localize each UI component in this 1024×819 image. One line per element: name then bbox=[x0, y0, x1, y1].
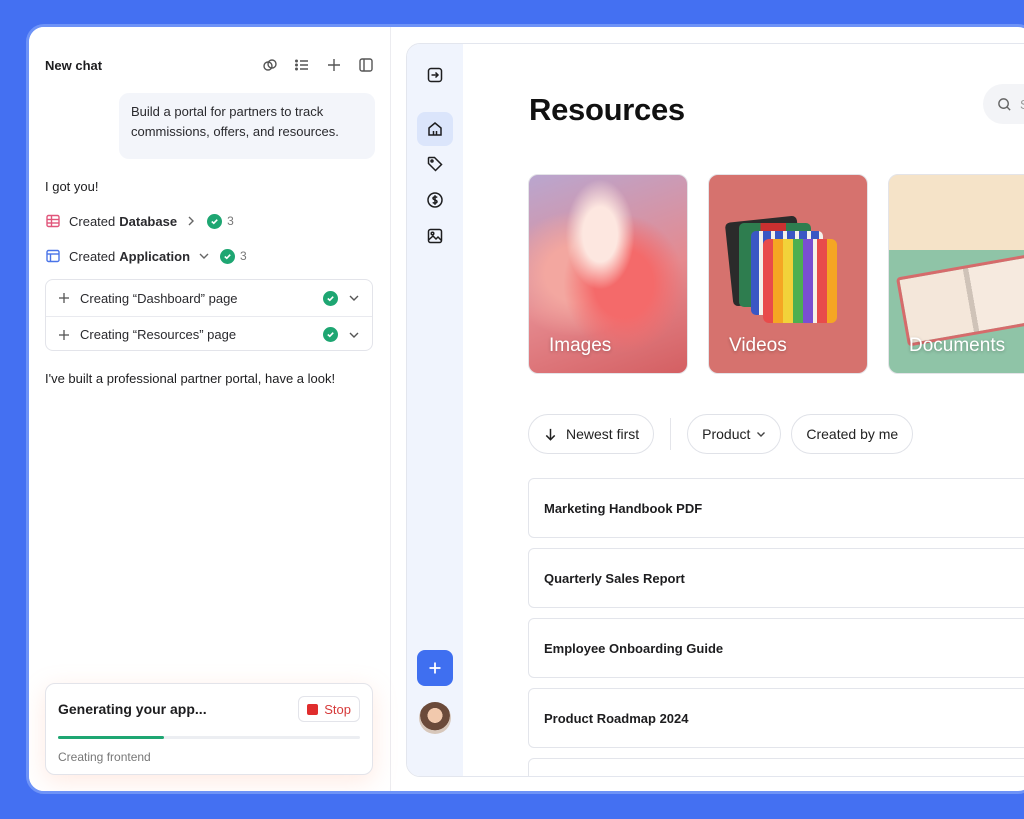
list-item-partial[interactable] bbox=[528, 758, 1024, 776]
list-icon[interactable] bbox=[292, 55, 312, 75]
dollar-icon[interactable] bbox=[417, 183, 453, 217]
home-icon[interactable] bbox=[417, 112, 453, 146]
chevron-down-icon[interactable] bbox=[348, 329, 360, 341]
substep-label: Creating “Resources” page bbox=[80, 327, 237, 342]
page-title: Resources bbox=[529, 92, 685, 127]
list-item[interactable]: Marketing Handbook PDF bbox=[528, 478, 1024, 538]
new-chat-icon[interactable] bbox=[324, 55, 344, 75]
substep-label: Creating “Dashboard” page bbox=[80, 290, 238, 306]
product-filter-label: Product bbox=[702, 426, 751, 442]
nav-rail bbox=[407, 44, 463, 776]
book-image bbox=[895, 253, 1024, 347]
plus-icon bbox=[59, 293, 69, 303]
stop-label: Stop bbox=[324, 701, 351, 717]
progress-fill bbox=[58, 736, 164, 739]
check-icon bbox=[323, 327, 338, 342]
arrow-down-icon bbox=[545, 428, 556, 441]
list-item[interactable]: Quarterly Sales Report bbox=[528, 548, 1024, 608]
chevron-down-icon bbox=[199, 253, 209, 259]
divider bbox=[670, 418, 672, 450]
user-avatar[interactable] bbox=[419, 702, 451, 734]
plus-icon bbox=[429, 662, 441, 674]
stop-button[interactable]: Stop bbox=[298, 696, 360, 722]
user-message: Build a portal for partners to track com… bbox=[119, 93, 375, 159]
step-prefix: Created bbox=[69, 248, 116, 264]
tile-label: Images bbox=[549, 335, 612, 356]
link-icon[interactable] bbox=[260, 55, 280, 75]
created-by-filter[interactable]: Created by me bbox=[791, 414, 914, 454]
chevron-down-icon bbox=[757, 432, 766, 437]
tag-icon[interactable] bbox=[417, 147, 453, 181]
product-filter[interactable]: Product bbox=[687, 414, 782, 454]
chevron-right-icon bbox=[188, 216, 195, 226]
assistant-intro: I got you! bbox=[45, 179, 99, 194]
chat-title: New chat bbox=[45, 57, 103, 73]
check-icon bbox=[323, 290, 338, 306]
plus-icon bbox=[59, 329, 69, 340]
substeps-list: Creating “Dashboard” page Creating “Reso… bbox=[45, 279, 373, 351]
resource-list: Marketing Handbook PDF Quarterly Sales R… bbox=[528, 478, 1024, 776]
progress-bar bbox=[58, 736, 360, 739]
table-icon bbox=[46, 214, 60, 228]
sort-label: Newest first bbox=[566, 426, 640, 442]
step-name: Database bbox=[119, 213, 178, 229]
search-icon bbox=[998, 97, 1011, 111]
created-by-label: Created by me bbox=[806, 426, 899, 442]
step-application[interactable]: Created Application 3 bbox=[45, 248, 247, 264]
tile-videos[interactable]: Videos bbox=[708, 174, 868, 374]
step-count: 3 bbox=[240, 249, 247, 263]
list-item[interactable]: Employee Onboarding Guide bbox=[528, 618, 1024, 678]
filter-bar: Newest first Product Created by me bbox=[528, 414, 923, 454]
step-prefix: Created bbox=[69, 213, 116, 229]
stop-icon bbox=[307, 703, 319, 715]
tile-label: Videos bbox=[729, 335, 787, 356]
image-icon[interactable] bbox=[417, 219, 453, 253]
search-placeholder: S bbox=[1020, 97, 1024, 112]
tile-documents[interactable]: Documents bbox=[888, 174, 1024, 374]
app-preview: Resources S Images Videos Documents Newe… bbox=[406, 43, 1024, 777]
search-input[interactable]: S bbox=[983, 84, 1024, 124]
generating-title: Generating your app... bbox=[58, 701, 207, 717]
substep-dashboard[interactable]: Creating “Dashboard” page bbox=[46, 280, 372, 316]
substep-resources[interactable]: Creating “Resources” page bbox=[46, 316, 372, 352]
tile-label: Documents bbox=[909, 335, 1006, 356]
step-count: 3 bbox=[227, 214, 234, 228]
sort-button[interactable]: Newest first bbox=[528, 414, 655, 454]
chat-panel: New chat Build a portal for partners to … bbox=[29, 27, 391, 791]
check-icon bbox=[207, 213, 223, 229]
app-window: New chat Build a portal for partners to … bbox=[26, 24, 1024, 794]
generating-card: Generating your app... Stop Creating fro… bbox=[45, 683, 373, 775]
tile-images[interactable]: Images bbox=[528, 174, 688, 374]
step-database[interactable]: Created Database 3 bbox=[45, 213, 234, 229]
app-window-icon bbox=[46, 249, 60, 263]
step-name: Application bbox=[119, 248, 191, 264]
check-icon bbox=[220, 248, 236, 264]
assistant-done-message: I've built a professional partner portal… bbox=[45, 371, 336, 386]
sidebar-toggle-icon[interactable] bbox=[356, 55, 376, 75]
swatch-image bbox=[763, 239, 837, 323]
collapse-icon[interactable] bbox=[417, 58, 453, 92]
chevron-down-icon[interactable] bbox=[348, 292, 360, 304]
chat-header: New chat bbox=[45, 53, 376, 77]
add-button[interactable] bbox=[417, 650, 453, 686]
generating-status: Creating frontend bbox=[58, 750, 151, 764]
list-item[interactable]: Product Roadmap 2024 bbox=[528, 688, 1024, 748]
